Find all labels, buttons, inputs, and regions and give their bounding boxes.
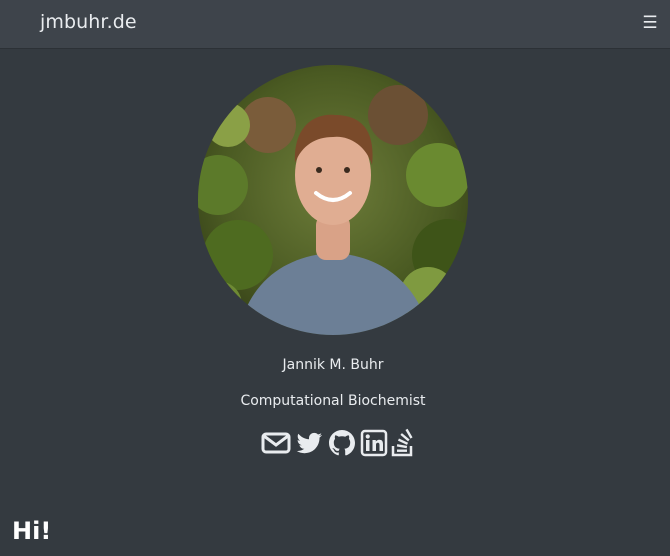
twitter-icon[interactable] — [294, 428, 324, 458]
page-heading: Hi! — [12, 517, 52, 545]
hamburger-menu-icon[interactable]: ☰ — [640, 13, 660, 33]
social-links — [261, 428, 415, 458]
email-icon[interactable] — [261, 428, 291, 458]
stackoverflow-icon[interactable] — [391, 428, 415, 458]
profile-photo — [198, 65, 468, 335]
linkedin-icon[interactable] — [360, 428, 388, 458]
github-icon[interactable] — [327, 428, 357, 458]
site-brand-link[interactable]: jmbuhr.de — [40, 11, 137, 33]
profile-name: Jannik M. Buhr — [282, 357, 384, 373]
navbar: jmbuhr.de ☰ — [0, 0, 670, 48]
profile-title: Computational Biochemist — [240, 393, 426, 409]
